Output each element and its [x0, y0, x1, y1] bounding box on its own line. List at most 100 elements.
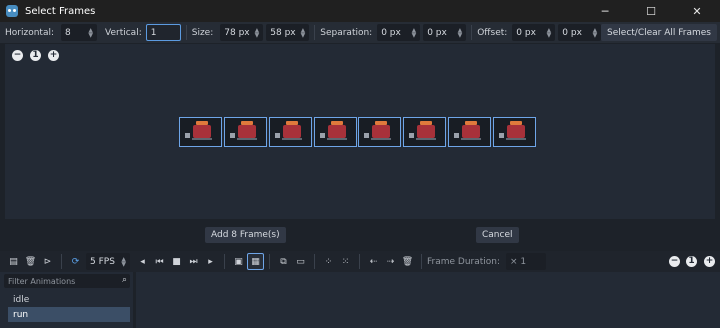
- spin-arrows-icon[interactable]: ▲ ▼: [593, 27, 598, 38]
- separator: [314, 25, 316, 40]
- insert-after-icon[interactable]: ⁙: [337, 253, 354, 270]
- maximize-button[interactable]: ☐: [628, 0, 674, 22]
- sprite-thumbnail: [507, 121, 525, 138]
- zoom-out-icon[interactable]: −: [669, 256, 680, 267]
- sprite-thumbnail: [283, 121, 301, 138]
- spin-arrows-icon[interactable]: ▲ ▼: [458, 27, 463, 38]
- select-clear-all-frames-button[interactable]: Select/Clear All Frames: [601, 24, 717, 41]
- separator: [269, 254, 270, 269]
- close-button[interactable]: ✕: [674, 0, 720, 22]
- spin-arrows-icon[interactable]: ▲ ▼: [547, 27, 552, 38]
- frame-selection-canvas[interactable]: − 1 +: [5, 44, 715, 219]
- animations-panel: Filter Animations ⌕ idle run: [0, 272, 133, 328]
- size-y-value: 58 px: [270, 27, 296, 38]
- filter-animations-input[interactable]: Filter Animations ⌕: [4, 274, 130, 288]
- separation-label: Separation:: [320, 27, 373, 38]
- sprite-thumbnail: [417, 121, 435, 138]
- play-backwards-from-end-icon[interactable]: ⏮: [151, 253, 168, 270]
- load-sprite-sheet-icon[interactable]: ▦: [247, 253, 264, 270]
- zoom-reset-icon[interactable]: 1: [30, 50, 41, 61]
- separator: [314, 254, 315, 269]
- size-x-value: 78 px: [224, 27, 250, 38]
- fps-value: 5 FPS: [90, 256, 115, 267]
- delete-frame-icon[interactable]: 🗑: [399, 253, 416, 270]
- separator: [61, 254, 62, 269]
- play-from-start-icon[interactable]: ⏭: [185, 253, 202, 270]
- load-folder-icon[interactable]: ▣: [230, 253, 247, 270]
- offset-label: Offset:: [477, 27, 508, 38]
- spin-arrows-icon[interactable]: ▲ ▼: [301, 27, 306, 38]
- window-controls: ─ ☐ ✕: [582, 0, 720, 22]
- new-animation-icon[interactable]: ▤: [5, 253, 22, 270]
- insert-before-icon[interactable]: ⁘: [320, 253, 337, 270]
- sprite-thumbnail: [372, 121, 390, 138]
- sprite-frame[interactable]: [269, 117, 312, 147]
- title-bar: Select Frames ─ ☐ ✕: [0, 0, 720, 22]
- sprite-frame[interactable]: [403, 117, 446, 147]
- window-title: Select Frames: [25, 5, 96, 17]
- sprite-frame[interactable]: [448, 117, 491, 147]
- frame-duration-label: Frame Duration:: [427, 256, 501, 267]
- fps-spinbox[interactable]: 5 FPS ▲ ▼: [86, 253, 130, 270]
- vertical-value: 1: [150, 27, 157, 38]
- zoom-in-icon[interactable]: +: [704, 256, 715, 267]
- sprite-frame[interactable]: [358, 117, 401, 147]
- separator: [359, 254, 360, 269]
- sprite-frame[interactable]: [179, 117, 222, 147]
- move-left-icon[interactable]: ⇠: [365, 253, 382, 270]
- animation-item-idle[interactable]: idle: [8, 292, 130, 307]
- frame-duration-value: × 1: [510, 256, 527, 267]
- spin-arrows-icon[interactable]: ▲ ▼: [121, 256, 126, 267]
- separator: [471, 25, 473, 40]
- spin-arrows-icon[interactable]: ▲ ▼: [88, 27, 93, 38]
- sprite-thumbnail: [193, 121, 211, 138]
- zoom-out-icon[interactable]: −: [12, 50, 23, 61]
- search-icon: ⌕: [121, 275, 127, 285]
- offset-y-spinbox[interactable]: 0 px ▲ ▼: [558, 24, 602, 41]
- copy-frame-icon[interactable]: ⧉: [275, 253, 292, 270]
- size-x-spinbox[interactable]: 78 px ▲ ▼: [220, 24, 264, 41]
- dialog-footer: Add 8 Frame(s) Cancel: [0, 219, 720, 247]
- loop-icon[interactable]: ⟳: [67, 253, 84, 270]
- frame-settings-toolbar: Horizontal: 8 ▲ ▼ Vertical: 1 Size: 78 px…: [0, 22, 720, 43]
- separator: [185, 25, 187, 40]
- separation-x-spinbox[interactable]: 0 px ▲ ▼: [377, 24, 421, 41]
- offset-y-value: 0 px: [562, 27, 582, 38]
- play-backwards-icon[interactable]: ◂: [134, 253, 151, 270]
- autoplay-icon[interactable]: ⊳: [39, 253, 56, 270]
- stop-icon[interactable]: ■: [168, 253, 185, 270]
- sprite-frame[interactable]: [493, 117, 536, 147]
- offset-x-spinbox[interactable]: 0 px ▲ ▼: [512, 24, 556, 41]
- delete-animation-icon[interactable]: 🗑: [22, 253, 39, 270]
- sprite-thumbnail: [328, 121, 346, 138]
- horizontal-spinbox[interactable]: 8 ▲ ▼: [61, 24, 97, 41]
- move-right-icon[interactable]: ⇢: [382, 253, 399, 270]
- cancel-button[interactable]: Cancel: [476, 227, 519, 243]
- animation-item-run[interactable]: run: [8, 307, 130, 322]
- zoom-in-icon[interactable]: +: [48, 50, 59, 61]
- zoom-reset-icon[interactable]: 1: [686, 256, 697, 267]
- filter-placeholder: Filter Animations: [8, 276, 76, 286]
- size-y-spinbox[interactable]: 58 px ▲ ▼: [266, 24, 310, 41]
- paste-frame-icon[interactable]: ▭: [292, 253, 309, 270]
- add-frames-button[interactable]: Add 8 Frame(s): [205, 227, 286, 243]
- horizontal-label: Horizontal:: [5, 27, 54, 38]
- size-label: Size:: [191, 27, 214, 38]
- horizontal-value: 8: [65, 27, 71, 38]
- separation-y-spinbox[interactable]: 0 px ▲ ▼: [423, 24, 467, 41]
- separator: [224, 254, 225, 269]
- minimize-button[interactable]: ─: [582, 0, 628, 22]
- vertical-label: Vertical:: [105, 27, 142, 38]
- sprite-frame[interactable]: [224, 117, 267, 147]
- sprite-thumbnail: [462, 121, 480, 138]
- vertical-spinbox[interactable]: 1: [145, 24, 181, 41]
- separation-x-value: 0 px: [381, 27, 401, 38]
- frame-duration-spinbox[interactable]: × 1: [506, 253, 547, 270]
- animation-frames-panel[interactable]: [136, 272, 720, 328]
- play-icon[interactable]: ▸: [202, 253, 219, 270]
- animation-toolbar: ▤ 🗑 ⊳ ⟳ 5 FPS ▲ ▼ ◂ ⏮ ■ ⏭ ▸ ▣ ▦ ⧉ ▭ ⁘ ⁙ ⇠…: [0, 251, 720, 272]
- sprite-frame[interactable]: [314, 117, 357, 147]
- sprite-thumbnail: [238, 121, 256, 138]
- spin-arrows-icon[interactable]: ▲ ▼: [255, 27, 260, 38]
- spin-arrows-icon[interactable]: ▲ ▼: [412, 27, 417, 38]
